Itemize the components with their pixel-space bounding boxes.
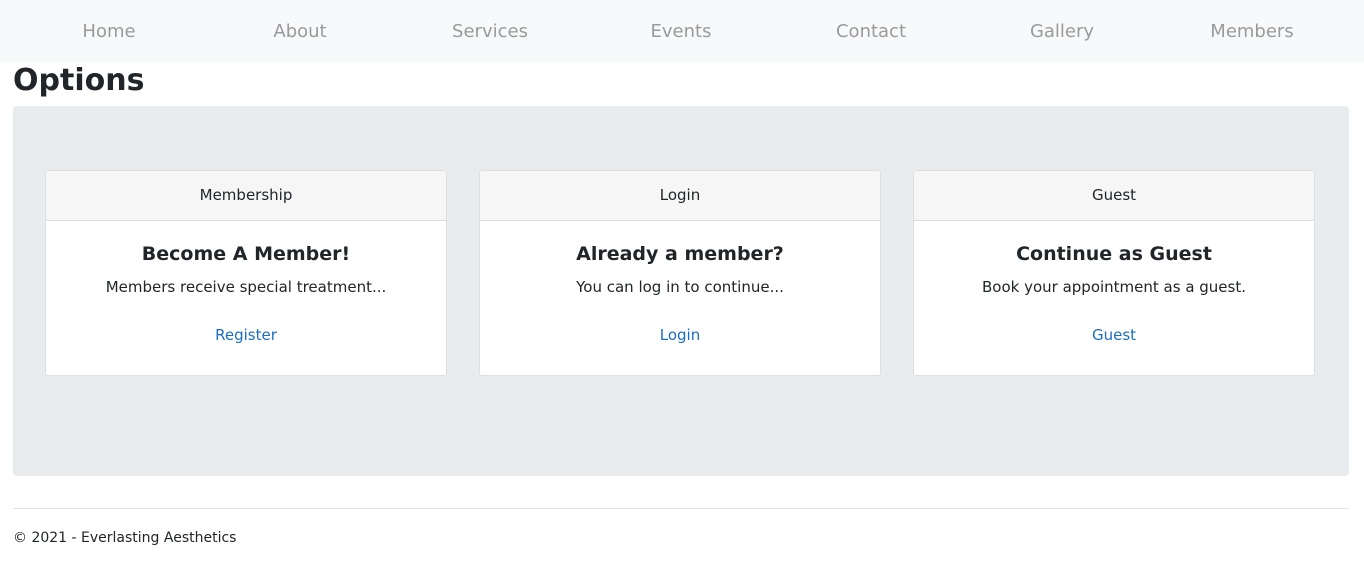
footer-divider [13,508,1349,509]
nav-members[interactable]: Members [1210,0,1293,62]
login-link[interactable]: Login [480,325,880,345]
card-text: Members receive special treatment... [105,278,387,296]
card-text: Book your appointment as a guest. [981,278,1247,296]
card-header: Membership [46,171,446,221]
options-panel: Membership Become A Member! Members rece… [13,106,1349,476]
card-title: Continue as Guest [1016,243,1212,265]
card-header: Guest [914,171,1314,221]
nav-contact[interactable]: Contact [836,0,906,62]
nav-home[interactable]: Home [82,0,135,62]
login-card: Login Already a member? You can log in t… [479,170,881,376]
nav-about[interactable]: About [273,0,326,62]
membership-card: Membership Become A Member! Members rece… [45,170,447,376]
card-title: Already a member? [576,243,784,265]
nav-events[interactable]: Events [651,0,712,62]
guest-link[interactable]: Guest [914,325,1314,345]
nav-services[interactable]: Services [452,0,528,62]
card-text: You can log in to continue... [576,278,784,296]
register-link[interactable]: Register [46,325,446,345]
card-title: Become A Member! [141,243,351,265]
guest-card: Guest Continue as Guest Book your appoin… [913,170,1315,376]
page-title: Options [13,63,145,98]
top-navbar: Home About Services Events Contact Galle… [0,0,1364,62]
nav-gallery[interactable]: Gallery [1030,0,1094,62]
footer-copyright: © 2021 - Everlasting Aesthetics [13,530,237,546]
card-header: Login [480,171,880,221]
